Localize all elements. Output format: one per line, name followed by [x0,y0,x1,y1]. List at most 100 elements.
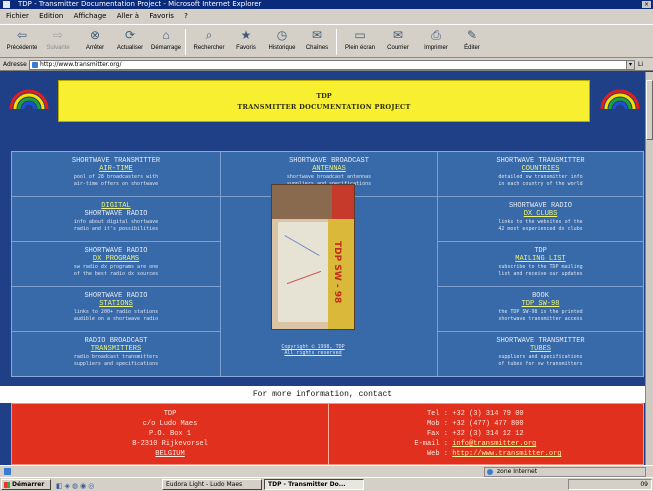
stations-link[interactable]: STATIONS [12,300,220,308]
favorites-button[interactable]: ★ Favoris [226,27,266,52]
stop-button[interactable]: ⊗ Arrêter [75,27,115,52]
menu-edition[interactable]: Edition [39,12,63,20]
fullscreen-icon: ▭ [354,28,366,42]
nav-cell-countries[interactable]: SHORTWAVE TRANSMITTER COUNTRIES detailed… [438,152,643,197]
site-header: TDP TRANSMITTER DOCUMENTATION PROJECT [58,80,590,122]
address-label: Adresse [3,61,27,68]
links-button[interactable]: Li [638,58,643,71]
website-link[interactable]: http://www.transmitter.org [452,450,561,458]
countries-link[interactable]: COUNTRIES [438,165,643,173]
dx-clubs-link[interactable]: DX CLUBS [438,210,643,218]
address-dropdown-button[interactable]: ▾ [626,60,635,70]
home-button[interactable]: ⌂ Démarrage [146,27,186,52]
status-bar: zone Internet [0,465,653,477]
ie-window-icon [3,1,10,8]
book-link[interactable]: TDP SW-98 [438,300,643,308]
contact-heading: For more information, contact [0,386,645,403]
rainbow-logo-right-icon [600,89,640,110]
back-button[interactable]: ⇦ Précédente [2,27,42,52]
rainbow-logo-left-icon [9,89,49,110]
window-titlebar[interactable]: TDP - Transmitter Documentation Project … [0,0,653,9]
search-button[interactable]: ⌕ Rechercher [189,27,229,52]
mail-icon: ✉ [392,28,404,42]
book-cover-image[interactable]: TDP SW - 98 [271,184,355,330]
search-icon: ⌕ [205,28,213,42]
menu-affichage[interactable]: Affichage [74,12,107,20]
address-input[interactable]: http://www.transmitter.org/ [29,60,634,70]
email-link[interactable]: info@transmitter.org [452,440,536,448]
fullscreen-button[interactable]: ▭ Plein écran [340,27,380,52]
menu-favoris[interactable]: Favoris [149,12,174,20]
globe-icon [487,469,493,475]
antennas-link[interactable]: ANTENNAS [221,165,437,173]
toolbar-separator [185,29,186,55]
postal-address: TDP c/o Ludo Maes P.O. Box 1 B-2310 Rijk… [132,410,208,458]
scrollbar-thumb[interactable] [646,80,653,140]
phone-line: Tel : +32 (3) 314 79 00 [426,410,524,418]
toolbar: ⇦ Précédente ⇨ Suivante ⊗ Arrêter ⟳ Actualis… [0,24,653,58]
task-eudora[interactable]: Eudora Light - Ludo Maes [162,479,262,490]
window-title: TDP - Transmitter Documentation Project … [18,0,262,8]
start-button[interactable]: Démarrer [1,479,51,490]
page-icon [32,62,38,68]
nav-cell-dx-programs[interactable]: SHORTWAVE RADIO DX PROGRAMS sw radio dx … [12,242,221,287]
airtime-link[interactable]: AIR-TIME [12,165,220,173]
nav-cell-stations[interactable]: SHORTWAVE RADIO STATIONS links to 200+ r… [12,287,221,332]
book-spine-title: TDP SW - 98 [332,241,342,304]
windows-logo-icon [4,482,10,488]
quick-launch-icons[interactable]: ◧◈◍◉◎ [56,480,96,491]
site-acronym: TDP [316,92,332,100]
address-url: http://www.transmitter.org/ [40,61,122,68]
contact-details: Tel : +32 (3) 314 79 00 Mob : +32 (477) … [330,409,640,459]
channels-icon: ✉ [311,28,323,42]
tubes-link[interactable]: TUBES [438,345,643,353]
toolbar-separator [336,29,337,55]
menu-aller[interactable]: Aller à [117,12,139,20]
nav-cell-book[interactable]: BOOK TDP SW-98 the TDP SW-98 is the prin… [438,287,643,332]
tray-clock: 09 [640,481,648,488]
mobile-line: Mob : +32 (477) 477 800 [426,420,524,428]
forward-arrow-icon: ⇨ [52,28,64,42]
favorites-icon: ★ [240,28,252,42]
refresh-button[interactable]: ⟳ Actualiser [110,27,150,52]
copyright-notice[interactable]: Copyright © 1998, TDP All rights reserve… [268,344,358,356]
nav-cell-radio-transmitters[interactable]: RADIO BROADCAST TRANSMITTERS radio broad… [12,332,221,376]
mailing-list-link[interactable]: MAILING LIST [438,255,643,263]
menu-fichier[interactable]: Fichier [6,12,29,20]
menu-bar: Fichier Edition Affichage Aller à Favori… [0,9,653,24]
vertical-scrollbar[interactable] [645,72,653,465]
mail-button[interactable]: ✉ Courrier [378,27,418,52]
edit-icon: ✎ [466,28,478,42]
fax-line: Fax : +32 (3) 314 12 12 [426,430,524,438]
dx-programs-link[interactable]: DX PROGRAMS [12,255,220,263]
web-line: Web : http://www.transmitter.org [426,450,562,458]
nav-cell-mailing-list[interactable]: TDP MAILING LIST subscribe to the TDP ma… [438,242,643,287]
edit-button[interactable]: ✎ Éditer [452,27,492,52]
page-status-icon [4,468,11,475]
page-viewport: TDP TRANSMITTER DOCUMENTATION PROJECT SH… [0,72,645,465]
menu-help[interactable]: ? [184,12,188,20]
nav-cell-airtime[interactable]: SHORTWAVE TRANSMITTER AIR-TIME pool of 2… [12,152,221,197]
transmitters-link[interactable]: TRANSMITTERS [12,345,220,353]
close-button[interactable]: × [642,1,651,8]
windows-taskbar: Démarrer ◧◈◍◉◎ Eudora Light - Ludo Maes … [0,477,653,491]
channels-button[interactable]: ✉ Chaînes [297,27,337,52]
print-icon: ⎙ [431,28,441,42]
forward-button[interactable]: ⇨ Suivante [38,27,78,52]
stop-icon: ⊗ [89,28,101,42]
nav-cell-dx-clubs[interactable]: SHORTWAVE RADIO DX CLUBS links to the we… [438,197,643,242]
contact-block: TDP c/o Ludo Maes P.O. Box 1 B-2310 Rijk… [11,403,644,465]
history-button[interactable]: ◷ Historique [262,27,302,52]
security-zone: zone Internet [484,467,646,477]
nav-cell-tubes[interactable]: SHORTWAVE TRANSMITTER TUBES suppliers an… [438,332,643,376]
email-line: E-mail : info@transmitter.org [414,440,537,448]
print-button[interactable]: ⎙ Imprimer [416,27,456,52]
nav-cell-digital[interactable]: DIGITAL SHORTWAVE RADIO info about digit… [12,197,221,242]
history-icon: ◷ [276,28,288,42]
digital-link[interactable]: DIGITAL [12,202,220,210]
system-tray: 09 [568,479,652,490]
refresh-icon: ⟳ [124,28,136,42]
task-tdp-browser[interactable]: TDP - Transmitter Do... [264,479,364,490]
back-arrow-icon: ⇦ [16,28,28,42]
site-title: TRANSMITTER DOCUMENTATION PROJECT [237,103,411,111]
